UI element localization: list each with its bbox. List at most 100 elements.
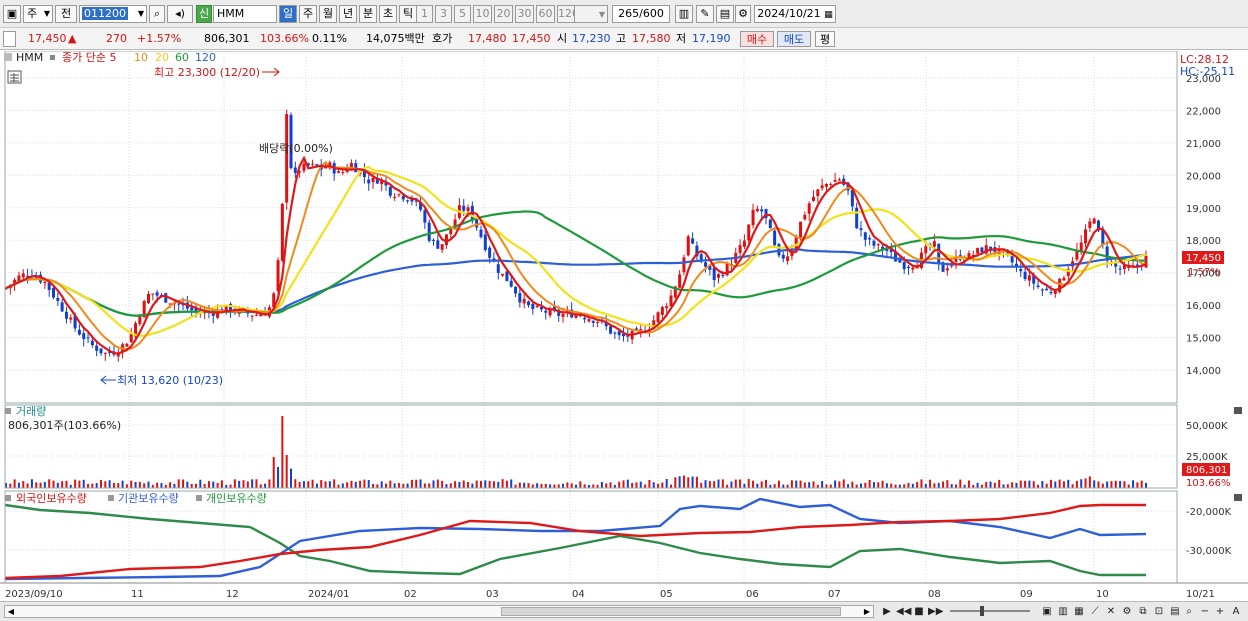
- volume-bar: [903, 484, 906, 488]
- dividend-note: 배당락(0.00%): [259, 142, 333, 155]
- prev-button[interactable]: 전: [55, 5, 77, 23]
- volume-bar: [397, 483, 400, 488]
- sell-button[interactable]: 매도: [777, 31, 811, 47]
- period-tab-5[interactable]: 초: [379, 5, 397, 23]
- volume-bar: [1080, 479, 1083, 488]
- font-size-icon[interactable]: A: [1229, 605, 1243, 618]
- volume-bar: [9, 483, 12, 488]
- interval-button-30[interactable]: 30: [515, 5, 534, 23]
- interval-button-60[interactable]: 60: [536, 5, 555, 23]
- volume-bar: [216, 483, 219, 488]
- period-tab-6[interactable]: 틱: [399, 5, 417, 23]
- scroll-left-icon[interactable]: ◀: [5, 606, 17, 617]
- zoom-out-icon[interactable]: −: [1198, 605, 1212, 618]
- zoom-icon[interactable]: ⌕: [1182, 605, 1196, 618]
- chart-window: ▣ 주 ▼ 전 011200 ▼ ⌕ ◂) 신 HMM 일 주 월 년 분 초 틱 1 3 5 10 20…: [0, 0, 1248, 621]
- candle-body: [496, 264, 500, 273]
- chart-icon[interactable]: ▤: [1168, 605, 1182, 618]
- volume-bar: [372, 484, 375, 488]
- volume-bar: [475, 480, 478, 488]
- volume-bar: [130, 480, 133, 488]
- copy-icon[interactable]: ⧉: [1136, 605, 1150, 618]
- scroll-right-icon[interactable]: ▶: [861, 606, 873, 617]
- candle-body: [479, 229, 483, 238]
- interval-button-5[interactable]: 5: [454, 5, 471, 23]
- draw-icon[interactable]: ✎: [696, 5, 714, 23]
- volume-bar: [618, 481, 621, 488]
- gear-icon[interactable]: ⚙: [735, 5, 751, 23]
- candle-body: [1088, 221, 1092, 229]
- horizontal-scrollbar[interactable]: ◀ ▶: [4, 605, 874, 618]
- pane-close-icon[interactable]: [1234, 494, 1242, 501]
- change-percent: +1.57%: [137, 32, 182, 45]
- cross-icon[interactable]: ✕: [1104, 605, 1118, 618]
- candle-body: [591, 320, 595, 323]
- step-right-icon[interactable]: ▶: [880, 605, 894, 618]
- y-tick-label: 16,000: [1186, 301, 1221, 312]
- volume-bar: [777, 480, 780, 488]
- trade-amount: 14,075백만: [366, 32, 425, 45]
- volume-current: 806,301주(103.66%): [8, 419, 121, 432]
- search-icon[interactable]: ⌕: [149, 5, 165, 23]
- ask-price-2: 17,450: [512, 32, 551, 45]
- period-tab-2[interactable]: 월: [319, 5, 337, 23]
- type-select[interactable]: 주 ▼: [23, 5, 53, 23]
- volume-bar: [1123, 481, 1126, 488]
- layout-icon[interactable]: ▣: [1040, 605, 1054, 618]
- checkbox-icon[interactable]: [3, 31, 16, 47]
- grid-icon[interactable]: ▦: [1072, 605, 1086, 618]
- pane-close-icon[interactable]: [1234, 407, 1242, 414]
- evaluation-button[interactable]: 평: [815, 31, 835, 47]
- volume-bar: [471, 483, 474, 488]
- bar-count-field[interactable]: 265/600: [612, 5, 670, 23]
- volume-bar: [272, 456, 275, 488]
- candle-body: [678, 274, 682, 288]
- interval-select[interactable]: ▼: [574, 5, 608, 23]
- period-tab-0[interactable]: 일: [279, 5, 297, 23]
- zoom-slider[interactable]: [950, 606, 1030, 616]
- interval-button-20[interactable]: 20: [494, 5, 513, 23]
- volume-bar: [756, 483, 759, 488]
- stock-name-field[interactable]: HMM: [213, 5, 277, 23]
- volume-bar: [259, 484, 262, 488]
- window-icon[interactable]: ▣: [3, 5, 21, 23]
- volume-bar: [760, 481, 763, 488]
- stop-icon[interactable]: ■: [912, 605, 926, 618]
- legend-marker: [108, 495, 114, 501]
- zoom-in-icon[interactable]: +: [1213, 605, 1227, 618]
- interval-button-1[interactable]: 1: [416, 5, 433, 23]
- candle-body: [807, 203, 811, 214]
- stock-chart[interactable]: HMM 종가 단순 5 10 20 60 120 최고 23,300 (12/2…: [0, 51, 1248, 601]
- period-tab-3[interactable]: 년: [339, 5, 357, 23]
- volume-bar: [1110, 481, 1113, 488]
- date-field[interactable]: 2024/10/21 ▦: [754, 5, 836, 23]
- candle-body: [872, 240, 876, 246]
- interval-button-10[interactable]: 10: [473, 5, 492, 23]
- settings-icon[interactable]: ⚙: [1120, 605, 1134, 618]
- volume-bar: [670, 484, 672, 488]
- scrollbar-thumb[interactable]: [501, 607, 841, 616]
- rewind-icon[interactable]: ◀◀: [896, 605, 911, 618]
- candle-body: [82, 333, 86, 340]
- candle-body: [989, 246, 993, 249]
- save-icon[interactable]: ▤: [716, 5, 734, 23]
- volume-bar: [510, 479, 513, 488]
- zoom-slider-handle[interactable]: [980, 606, 984, 616]
- period-tab-4[interactable]: 분: [359, 5, 377, 23]
- stock-code-field[interactable]: 011200 ▼: [79, 5, 147, 23]
- split-icon[interactable]: ▥: [1056, 605, 1070, 618]
- line-icon[interactable]: ⟋: [1088, 605, 1102, 618]
- period-tab-1[interactable]: 주: [299, 5, 317, 23]
- volume-bar: [881, 480, 884, 488]
- holdings-y-tick-label: -30,000K: [1186, 546, 1232, 557]
- buy-button[interactable]: 매수: [740, 31, 774, 47]
- interval-button-3[interactable]: 3: [435, 5, 452, 23]
- chart-tools-icon[interactable]: ▥: [675, 5, 693, 23]
- candle-body: [747, 224, 751, 241]
- fast-forward-icon[interactable]: ▶▶: [928, 605, 943, 618]
- speaker-icon[interactable]: ◂): [167, 5, 193, 23]
- fit-icon[interactable]: ⊡: [1152, 605, 1166, 618]
- volume-bar: [924, 484, 927, 488]
- volume-bar: [74, 479, 77, 488]
- volume-bar: [631, 482, 634, 488]
